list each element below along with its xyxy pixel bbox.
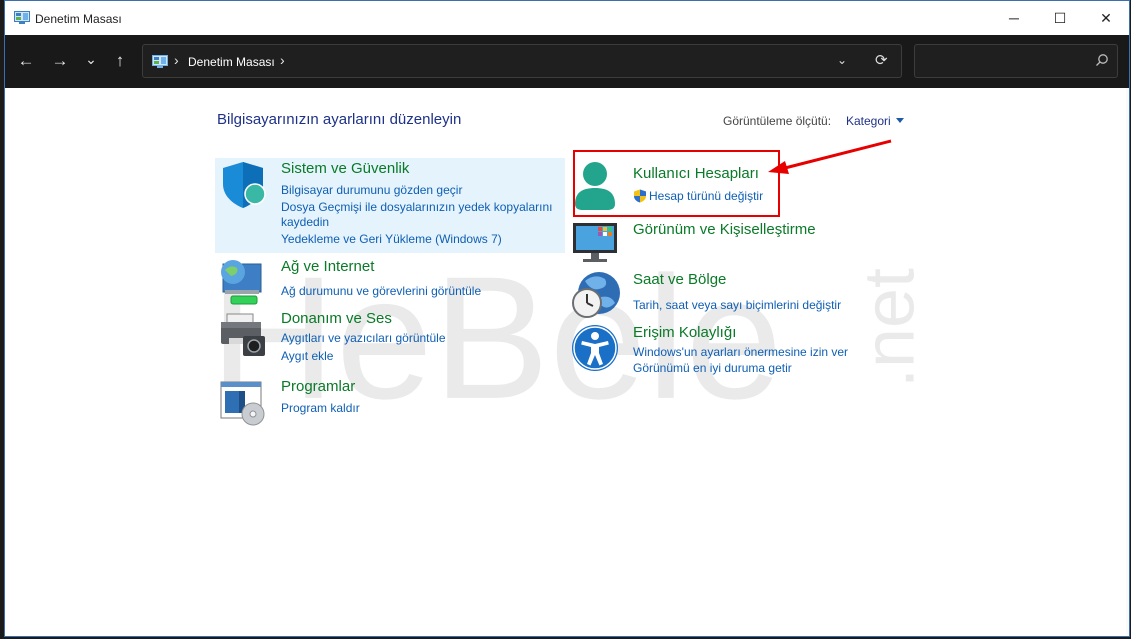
breadcrumb-control-panel[interactable]: Denetim Masası: [188, 55, 275, 69]
address-bar[interactable]: › Denetim Masası › ⌄ ⟳: [142, 44, 902, 78]
category-link[interactable]: kaydedin: [281, 215, 329, 229]
up-button[interactable]: ↑: [108, 49, 132, 73]
watermark: HeBele .net: [210, 241, 930, 436]
refresh-icon[interactable]: ⟳: [875, 51, 888, 69]
accessibility-icon: [572, 325, 618, 371]
window-title: Denetim Masası: [35, 12, 122, 26]
category-title[interactable]: Görünüm ve Kişiselleştirme: [633, 221, 816, 238]
category-title[interactable]: Erişim Kolaylığı: [633, 324, 736, 341]
page-heading: Bilgisayarınızın ayarlarını düzenleyin: [217, 111, 462, 128]
control-panel-window: Denetim Masası ─ ☐ ✕ ← → ⌄ ↑ › Denetim M…: [4, 0, 1130, 637]
monitor-icon: [573, 223, 617, 262]
printer-icon: [221, 313, 265, 356]
control-panel-icon: [14, 11, 30, 24]
arrow-right-icon: →: [51, 51, 69, 70]
category-link[interactable]: Yedekleme ve Geri Yükleme (Windows 7): [281, 232, 502, 246]
network-globe-icon: [221, 260, 262, 305]
category-link[interactable]: Ağ durumunu ve görevlerini görüntüle: [281, 284, 481, 298]
annotation-arrow-icon: [768, 139, 892, 174]
view-by-dropdown[interactable]: Kategori: [846, 114, 904, 128]
search-icon[interactable]: [1095, 53, 1109, 67]
category-system-security: Sistem ve Güvenlik Bilgisayar durumunu g…: [219, 160, 559, 250]
category-network-internet: Ağ ve Internet Ağ durumunu ve görevlerin…: [219, 258, 559, 308]
maximize-button[interactable]: ☐: [1037, 1, 1083, 35]
view-by-label: Görüntüleme ölçütü:: [723, 114, 832, 128]
arrow-up-icon: ↑: [115, 51, 125, 70]
navigation-bar: ← → ⌄ ↑ › Denetim Masası › ⌄ ⟳: [5, 35, 1129, 88]
maximize-icon: ☐: [1053, 9, 1067, 26]
category-title[interactable]: Ağ ve Internet: [281, 258, 374, 275]
category-link[interactable]: Aygıtları ve yazıcıları görüntüle: [281, 331, 446, 345]
title-bar[interactable]: Denetim Masası ─ ☐ ✕: [5, 1, 1129, 35]
category-ease-of-access: Erişim Kolaylığı Windows'un ayarları öne…: [571, 324, 891, 376]
programs-icon: [220, 381, 265, 426]
clock-globe-icon: [572, 272, 620, 318]
control-panel-icon: [152, 55, 168, 68]
shield-icon: [223, 162, 266, 208]
category-link[interactable]: Görünümü en iyi duruma getir: [633, 361, 792, 375]
breadcrumb-separator-icon[interactable]: ›: [174, 52, 179, 68]
chevron-down-icon: ⌄: [85, 50, 97, 67]
close-icon: ✕: [1100, 9, 1112, 26]
view-by-value: Kategori: [846, 114, 891, 128]
back-button[interactable]: ←: [14, 49, 38, 73]
category-title[interactable]: Programlar: [281, 378, 355, 395]
category-link[interactable]: Windows'un ayarları önermesine izin ver: [633, 345, 848, 359]
address-dropdown-icon[interactable]: ⌄: [837, 53, 847, 67]
category-title[interactable]: Sistem ve Güvenlik: [281, 160, 409, 177]
window-edge: [1126, 88, 1129, 636]
forward-button[interactable]: →: [48, 49, 72, 73]
category-link[interactable]: Tarih, saat veya sayı biçimlerini değişt…: [633, 298, 841, 312]
category-programs: Programlar Program kaldır: [219, 378, 559, 426]
category-title[interactable]: Saat ve Bölge: [633, 271, 726, 288]
main-content: HeBele .net Bilgisayarınızın ayarlarını …: [5, 88, 1129, 636]
category-link[interactable]: Aygıt ekle: [281, 349, 333, 363]
category-hardware-sound: Donanım ve Ses Aygıtları ve yazıcıları g…: [219, 310, 559, 363]
recent-locations-button[interactable]: ⌄: [79, 47, 103, 71]
minimize-icon: ─: [1009, 10, 1019, 26]
category-clock-region: Saat ve Bölge Tarih, saat veya sayı biçi…: [571, 271, 891, 321]
category-link[interactable]: Dosya Geçmişi ile dosyalarınızın yedek k…: [281, 200, 552, 214]
arrow-left-icon: ←: [17, 51, 35, 70]
category-link[interactable]: Bilgisayar durumunu gözden geçir: [281, 183, 462, 197]
category-link[interactable]: Program kaldır: [281, 401, 360, 415]
search-input[interactable]: [914, 44, 1118, 78]
category-appearance: Görünüm ve Kişiselleştirme: [571, 221, 891, 262]
minimize-button[interactable]: ─: [991, 1, 1037, 35]
category-title[interactable]: Donanım ve Ses: [281, 310, 392, 327]
close-button[interactable]: ✕: [1083, 1, 1129, 35]
breadcrumb-separator-icon[interactable]: ›: [280, 52, 285, 68]
annotation-highlight-box: [573, 150, 780, 217]
caret-down-icon: [895, 118, 904, 123]
